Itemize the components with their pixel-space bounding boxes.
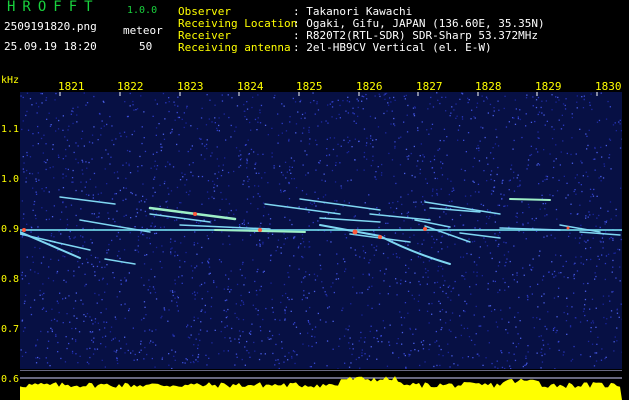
spectrogram-plot — [20, 92, 622, 369]
echo-trail — [179, 224, 271, 230]
activity-histogram — [20, 370, 622, 400]
app-name: HROFFT — [7, 0, 100, 15]
echo-trail — [148, 206, 237, 221]
y-unit-label: kHz — [1, 75, 20, 86]
y-tick: 0.6 — [1, 374, 20, 385]
echo-trail — [264, 203, 341, 215]
echo-trail — [414, 219, 451, 228]
y-tick: 0.7 — [1, 324, 20, 335]
echo-trail — [319, 217, 381, 223]
antenna-value: : 2el-HB9CV Vertical (el. E-W) — [293, 41, 492, 54]
y-tick: 0.9 — [1, 224, 20, 235]
activity-fill — [20, 376, 622, 400]
app-version: 1.0.0 — [127, 5, 158, 16]
echo-trail — [104, 258, 136, 265]
y-tick: 1.0 — [1, 174, 20, 185]
detector-label: meteor — [123, 24, 163, 37]
spectrogram-svg — [20, 92, 622, 369]
echo-trail — [509, 198, 551, 201]
antenna-label: Receiving antenna — [178, 41, 291, 54]
echo-trail — [59, 196, 116, 205]
y-tick: 0.8 — [1, 274, 20, 285]
echo-trail — [459, 232, 501, 239]
datetime: 25.09.19 18:20 — [4, 40, 97, 53]
meteor-count: 50 — [139, 40, 153, 53]
echo-trail — [369, 213, 431, 221]
file-name: 2509191820.png — [4, 20, 97, 33]
y-tick: 1.1 — [1, 124, 20, 135]
echo-hotspots — [22, 212, 570, 239]
